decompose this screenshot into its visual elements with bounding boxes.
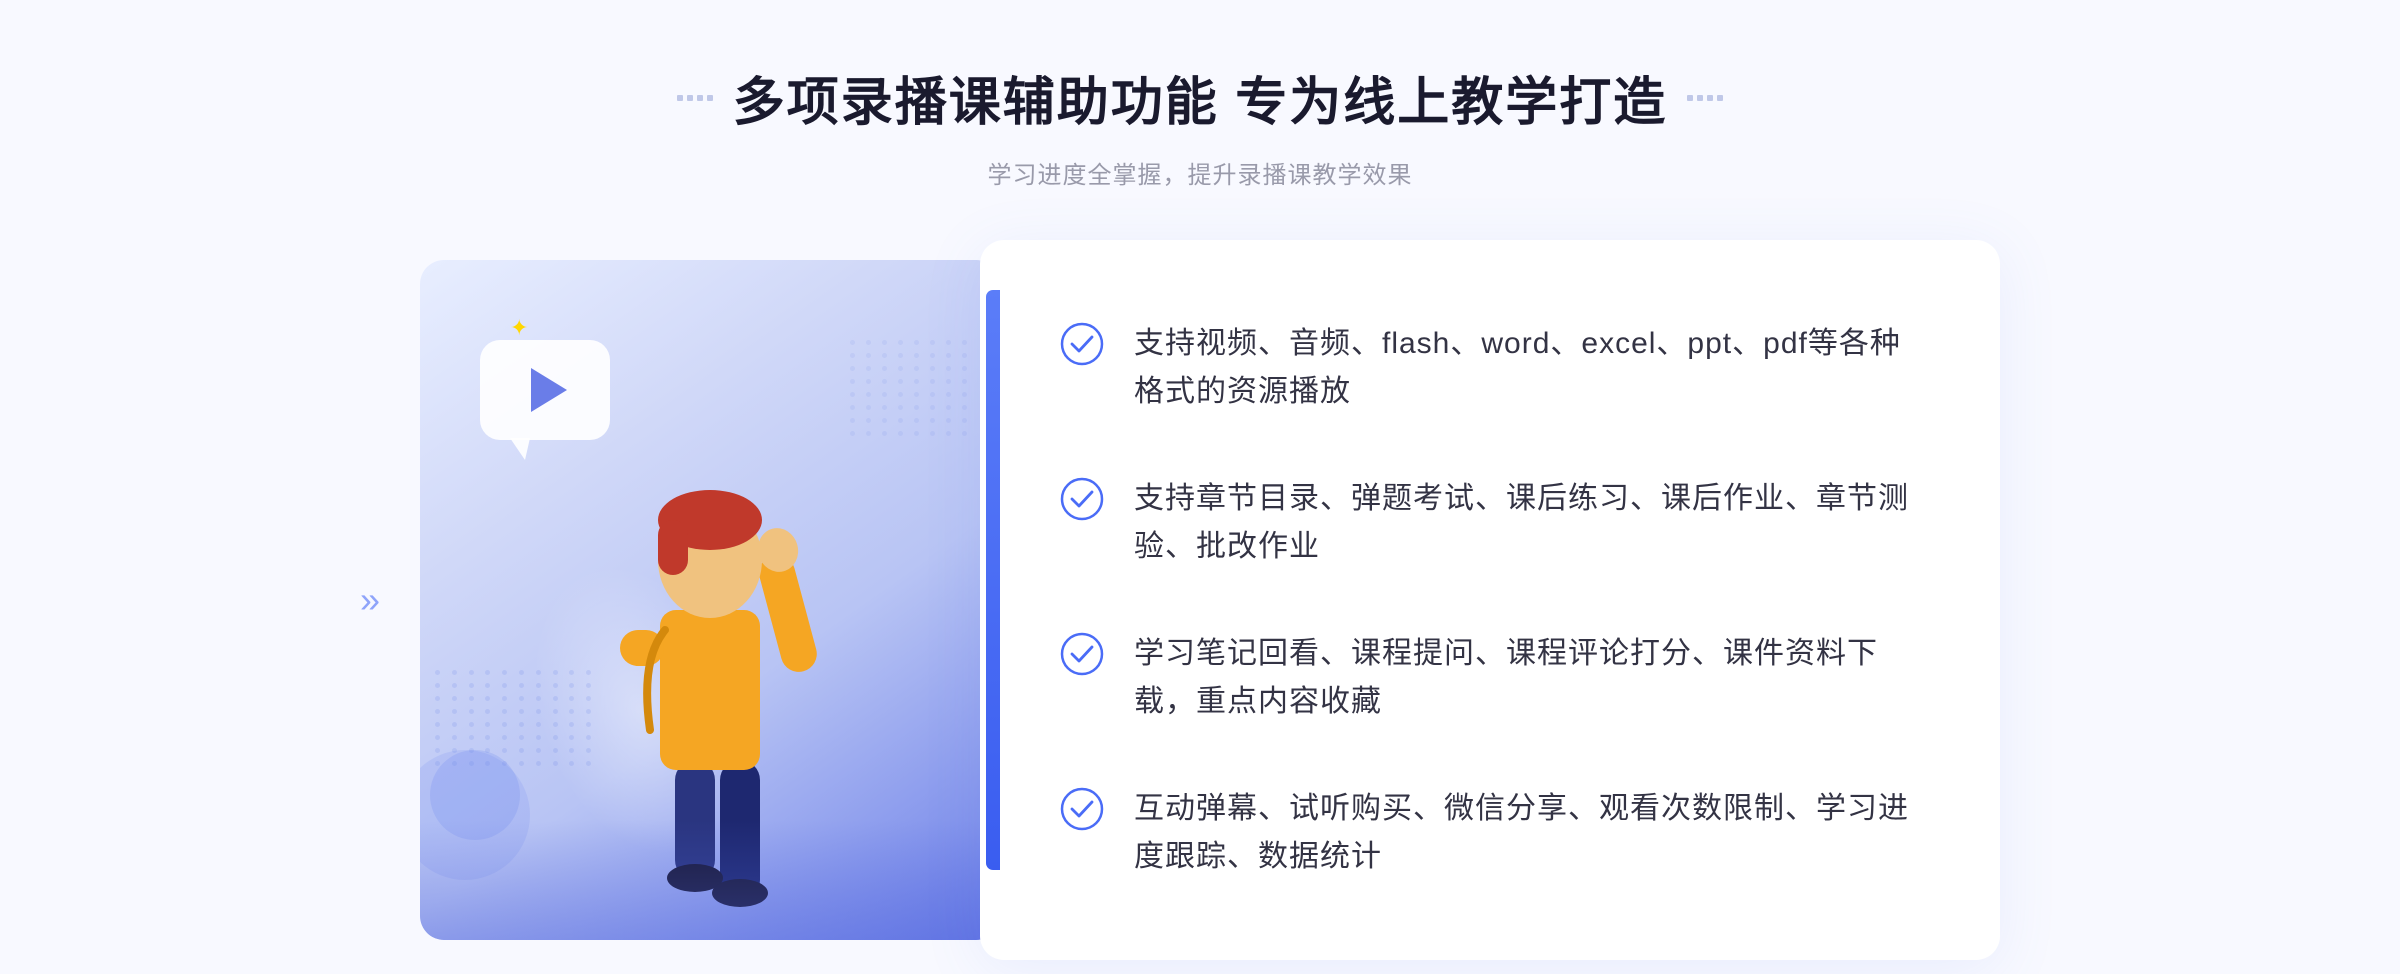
check-icon-1 [1060,322,1104,366]
blue-vertical-bar [986,290,1000,870]
feature-text-1: 支持视频、音频、flash、word、excel、ppt、pdf等各种格式的资源… [1134,320,1920,416]
feature-text-2: 支持章节目录、弹题考试、课后练习、课后作业、章节测验、批改作业 [1134,475,1920,571]
check-icon-2 [1060,477,1104,521]
check-icon-3 [1060,632,1104,676]
feature-text-3: 学习笔记回看、课程提问、课程评论打分、课件资料下载，重点内容收藏 [1134,630,1920,726]
left-panel: » [400,240,1000,960]
feature-text-4: 互动弹幕、试听购买、微信分享、观看次数限制、学习进度跟踪、数据统计 [1134,785,1920,881]
feature-item-1: 支持视频、音频、flash、word、excel、ppt、pdf等各种格式的资源… [1060,320,1920,416]
main-title: 多项录播课辅助功能 专为线上教学打造 [733,60,1667,135]
page-container: 多项录播课辅助功能 专为线上教学打造 学习进度全掌握，提升录播课教学效果 » [0,0,2400,974]
feature-item-2: 支持章节目录、弹题考试、课后练习、课后作业、章节测验、批改作业 [1060,475,1920,571]
title-decorator-right [1687,95,1723,101]
header-section: 多项录播课辅助功能 专为线上教学打造 学习进度全掌握，提升录播课教学效果 [0,0,2400,220]
feature-item-4: 互动弹幕、试听购买、微信分享、观看次数限制、学习进度跟踪、数据统计 [1060,785,1920,881]
illustration-card: ✦ [420,260,1000,940]
bottom-gradient [420,820,1000,940]
right-panel: 支持视频、音频、flash、word、excel、ppt、pdf等各种格式的资源… [980,240,2000,960]
sparkle-decoration: ✦ [510,315,528,341]
feature-item-3: 学习笔记回看、课程提问、课程评论打分、课件资料下载，重点内容收藏 [1060,630,1920,726]
arrow-left-decorator: » [360,579,380,621]
title-wrapper: 多项录播课辅助功能 专为线上教学打造 [0,60,2400,135]
main-content: » [400,240,2000,960]
title-decorator-left [677,95,713,101]
check-icon-4 [1060,787,1104,831]
subtitle: 学习进度全掌握，提升录播课教学效果 [0,155,2400,190]
